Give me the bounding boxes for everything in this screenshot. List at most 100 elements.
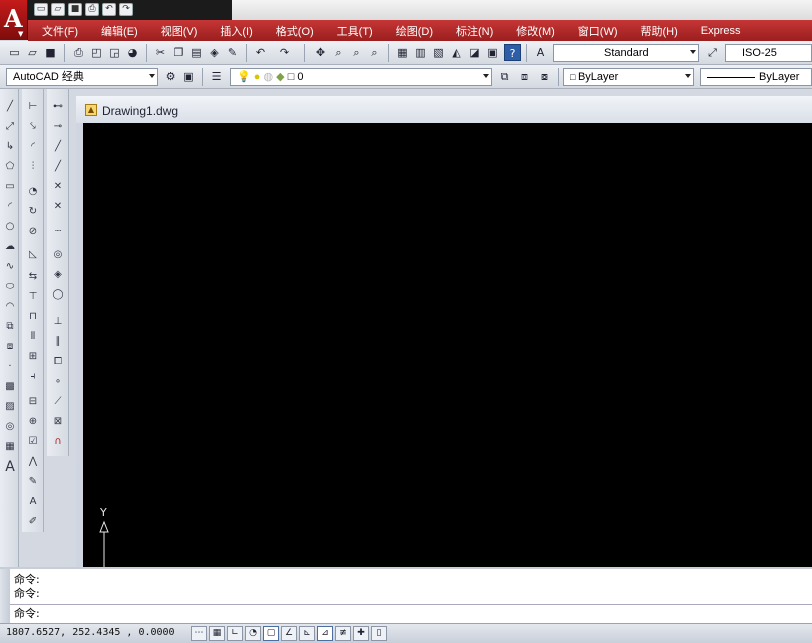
new-icon[interactable]: ▭ [6,44,23,61]
ortho-mode-icon[interactable]: ∟ [227,626,243,641]
ellipse-arc-icon[interactable]: ◠ [2,299,18,315]
publish-icon[interactable]: ◲ [106,44,123,61]
scale-icon[interactable]: ◺ [25,247,41,263]
chamfer-icon[interactable]: ⫞ [25,369,41,385]
command-window-grip[interactable] [0,569,10,623]
join-icon[interactable]: ⊞ [25,349,41,365]
grid-display-icon[interactable]: ▦ [209,626,225,641]
snap-endpoint-icon[interactable]: ╱ [50,139,66,155]
array-icon[interactable]: ◔ [25,184,41,200]
mirror-icon[interactable]: ◜ [25,139,41,155]
multiline-text-icon[interactable]: A [2,459,18,475]
arc-icon[interactable]: ◜ [2,199,18,215]
menu-tools[interactable]: 工具(T) [323,23,382,39]
snap-settings-icon[interactable]: ∩ [50,434,66,450]
snap-nearest-icon[interactable]: ⟋ [50,394,66,410]
drawing-canvas[interactable]: Y [83,123,812,568]
color-select[interactable]: □ ByLayer [563,68,694,86]
temporary-track-icon[interactable]: ⊷ [50,99,66,115]
save-icon[interactable]: ■ [42,44,59,61]
text-style-icon[interactable]: A [532,44,549,61]
menu-dimension[interactable]: 标注(N) [442,23,502,39]
application-menu-button[interactable]: A ▼ [0,0,28,40]
print-icon[interactable]: ⎙ [85,3,99,16]
circle-icon[interactable]: ○ [2,219,18,235]
dimension-style-icon[interactable]: ⤢ [704,44,721,61]
print-preview-icon[interactable]: ◰ [88,44,105,61]
properties-icon[interactable]: ▦ [394,44,411,61]
zoom-window-icon[interactable]: ⌕ [348,44,365,61]
snap-perpendicular-icon[interactable]: ⊥ [50,314,66,330]
quick-properties-icon[interactable]: ✚ [353,626,369,641]
table-icon[interactable]: ▦ [2,439,18,455]
workspace-settings-icon[interactable]: ⚙ [162,68,179,85]
menu-format[interactable]: 格式(O) [262,23,323,39]
polar-tracking-icon[interactable]: ◔ [245,626,261,641]
snap-intersection-icon[interactable]: ✕ [50,179,66,195]
sheet-set-icon[interactable]: ◭ [448,44,465,61]
undo-icon[interactable]: ↶ [102,3,116,16]
snap-mode-icon[interactable]: ⋯ [191,626,207,641]
explode-icon[interactable]: ⊕ [25,414,41,430]
menu-express[interactable]: Express [687,25,750,37]
snap-none-icon[interactable]: ⊠ [50,414,66,430]
rectangle-icon[interactable]: ▭ [2,179,18,195]
move-icon[interactable]: ↻ [25,204,41,220]
layer-properties-icon[interactable]: ☰ [208,68,225,85]
redo-icon[interactable]: ↷ [276,44,293,61]
workspace-select[interactable]: AutoCAD 经典 [6,68,158,86]
insert-field-icon[interactable]: ⋀ [25,454,41,470]
save-icon[interactable]: ■ [68,3,82,16]
menu-window[interactable]: 窗口(W) [564,23,627,39]
open-icon[interactable]: ▱ [24,44,41,61]
layer-state-icon[interactable]: ⧇ [536,68,553,85]
dynamic-input-icon[interactable]: ⊿ [317,626,333,641]
dimension-style-select[interactable]: ISO-25 [725,44,812,62]
snap-quadrant-icon[interactable]: ◈ [50,267,66,283]
menu-help[interactable]: 帮助(H) [627,23,687,39]
object-snap-icon[interactable]: ▢ [263,626,279,641]
menu-edit[interactable]: 编辑(E) [87,23,147,39]
snap-parallel-icon[interactable]: ∥ [50,334,66,350]
break-icon[interactable]: ⫴ [25,329,41,345]
object-snap-tracking-icon[interactable]: ∠ [281,626,297,641]
text-style-select[interactable]: Standard [553,44,699,62]
edit-icon[interactable]: ✐ [25,514,41,530]
gradient-icon[interactable]: ▨ [2,399,18,415]
make-current-layer-icon[interactable]: ⧉ [496,68,513,85]
insert-block-icon[interactable]: ⧉ [2,319,18,335]
fillet-icon[interactable]: ⊟ [25,394,41,410]
line-icon[interactable]: ╱ [2,99,18,115]
design-center-icon[interactable]: ▥ [412,44,429,61]
spline-icon[interactable]: ∿ [2,259,18,275]
cut-icon[interactable]: ✂ [152,44,169,61]
undo-icon[interactable]: ↶ [252,44,269,61]
open-icon[interactable]: ▱ [51,3,65,16]
polyline-icon[interactable]: ↳ [2,139,18,155]
polygon-icon[interactable]: ⬠ [2,159,18,175]
zoom-previous-icon[interactable]: ⌕ [366,44,383,61]
layer-select[interactable]: 💡 ● ◍ ◆ □ 0 [230,68,492,86]
match-properties-icon[interactable]: ◈ [206,44,223,61]
allow-ucs-icon[interactable]: ⊾ [299,626,315,641]
tool-palettes-icon[interactable]: ▧ [430,44,447,61]
menu-insert[interactable]: 插入(I) [206,23,261,39]
lineweight-icon[interactable]: ≢ [335,626,351,641]
paste-icon[interactable]: ▤ [188,44,205,61]
construction-line-icon[interactable]: ⤢ [2,119,18,135]
snap-from-icon[interactable]: ⊸ [50,119,66,135]
layer-previous-icon[interactable]: ⧈ [516,68,533,85]
snap-midpoint-icon[interactable]: ╱ [50,159,66,175]
offset-icon[interactable]: ⫶ [25,159,41,175]
calculator-icon[interactable]: ▣ [484,44,501,61]
new-icon[interactable]: ▭ [34,3,48,16]
zoom-realtime-icon[interactable]: ⌕ [330,44,347,61]
snap-center-icon[interactable]: ◎ [50,247,66,263]
menu-modify[interactable]: 修改(M) [502,23,564,39]
snap-tangent-icon[interactable]: ◯ [50,287,66,303]
erase-icon[interactable]: ⊢ [25,99,41,115]
text-edit-icon[interactable]: A [25,494,41,510]
selection-cycling-icon[interactable]: ▯ [371,626,387,641]
rotate-icon[interactable]: ⊘ [25,224,41,240]
linetype-select[interactable]: ByLayer [700,68,812,86]
